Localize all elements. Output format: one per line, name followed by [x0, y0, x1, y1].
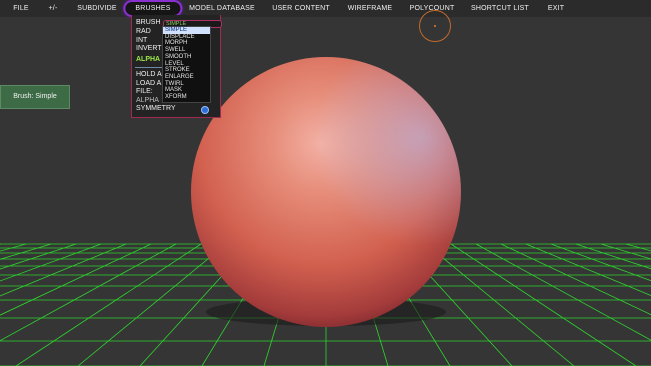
- menu-shortcut-list[interactable]: SHORTCUT LIST: [471, 0, 529, 17]
- top-menubar: FILE +/- SUBDIVIDE BRUSHES MODEL DATABAS…: [0, 0, 651, 17]
- 3d-viewport[interactable]: [0, 0, 651, 366]
- symmetry-toggle-icon[interactable]: [201, 106, 209, 114]
- current-brush-button[interactable]: Brush: Simple: [0, 85, 70, 109]
- brush-dropdown-list: SIMPLE DISPLACE MORPH SWELL SMOOTH LEVEL STROK…: [162, 26, 211, 103]
- symmetry-label: SYMMETRY: [136, 105, 176, 112]
- menu-subdivide[interactable]: SUBDIVIDE: [77, 0, 117, 17]
- brush-label: BRUSH: [136, 19, 161, 26]
- alpha-section-header: ALPHA: [136, 56, 161, 63]
- menu-file[interactable]: FILE: [13, 0, 29, 17]
- menu-exit[interactable]: EXIT: [548, 0, 564, 17]
- brush-cursor-center-icon: [434, 25, 436, 27]
- hold-alpha-label: HOLD A: [136, 71, 162, 78]
- invert-label: INVERT: [136, 45, 162, 52]
- menu-wireframe[interactable]: WIREFRAME: [348, 0, 393, 17]
- load-alpha-label: LOAD A: [136, 80, 162, 87]
- sphere-rim-light: [191, 57, 461, 327]
- alpha-label: ALPHA: [136, 97, 159, 104]
- file-label: FILE:: [136, 88, 153, 95]
- brush-option-xform[interactable]: XFORM: [163, 94, 210, 101]
- radius-label: RAD: [136, 28, 151, 35]
- menu-user-content[interactable]: USER CONTENT: [272, 0, 330, 17]
- intensity-label: INT: [136, 37, 148, 44]
- menu-plus-minus[interactable]: +/-: [49, 0, 58, 17]
